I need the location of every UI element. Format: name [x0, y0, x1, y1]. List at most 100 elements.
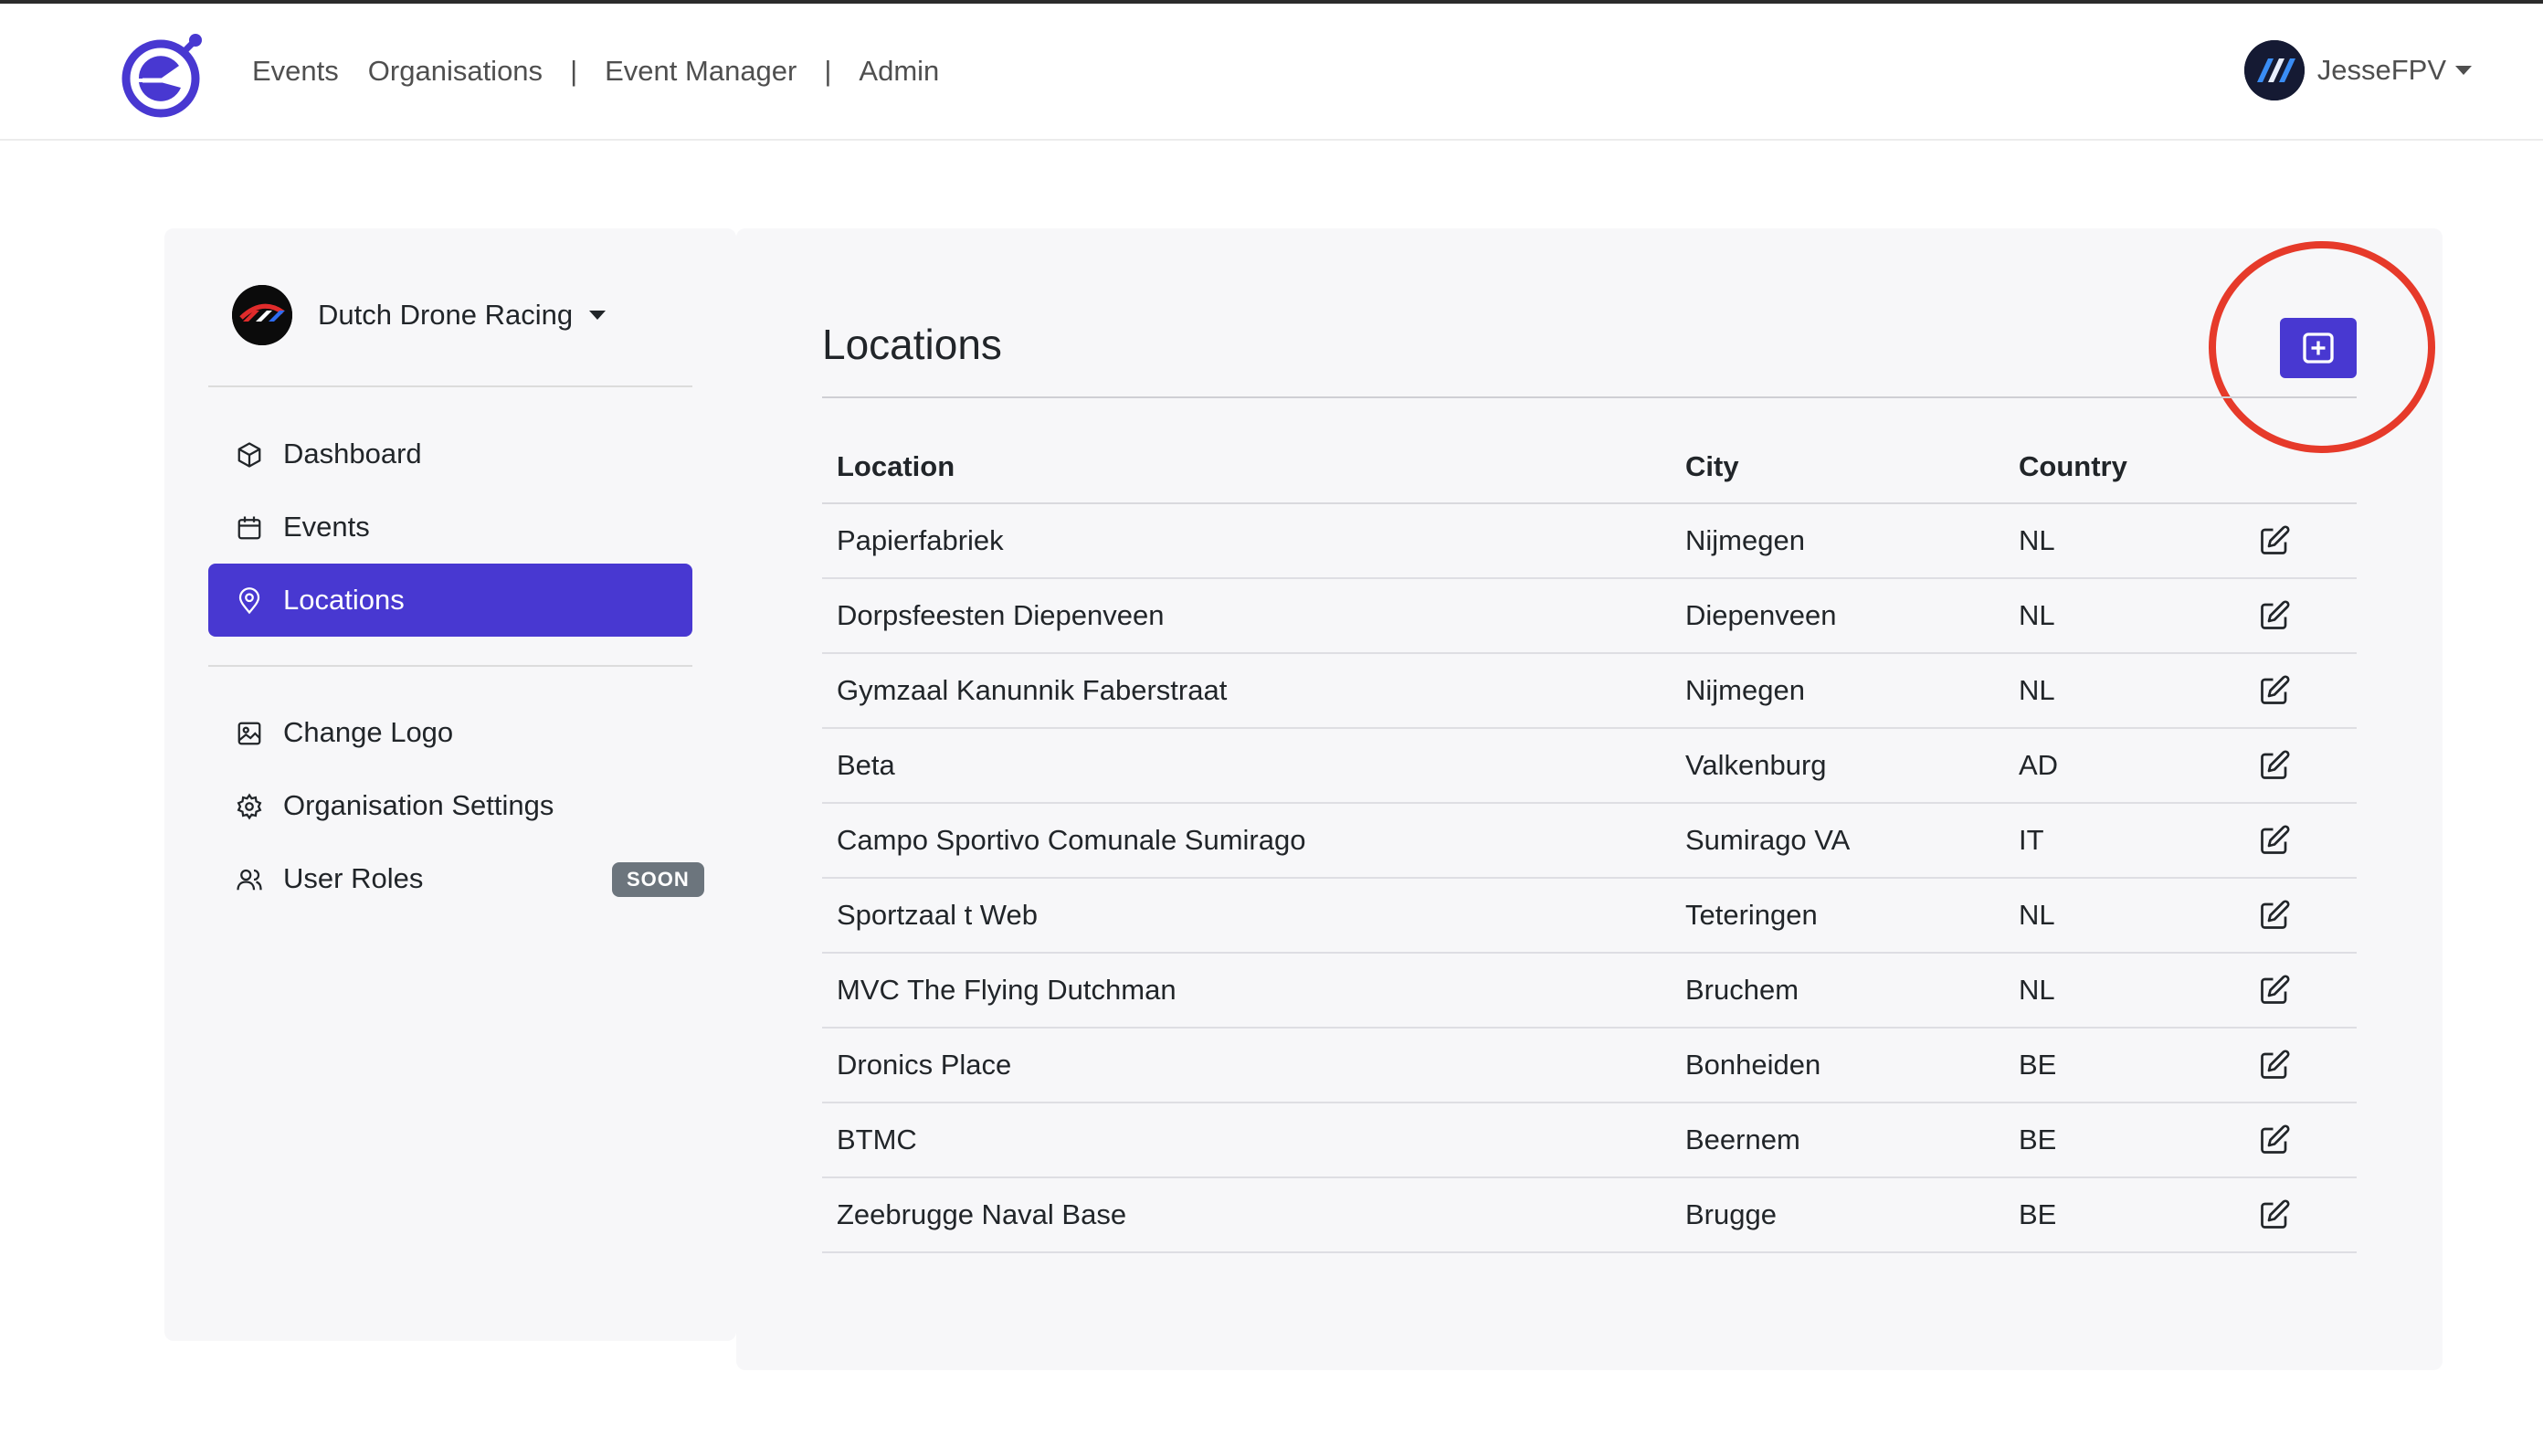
location-cell: Dronics Place	[837, 1049, 1012, 1081]
city-cell: Bruchem	[1685, 974, 1799, 1006]
org-name: Dutch Drone Racing	[318, 299, 574, 331]
nav-link-events[interactable]: Events	[252, 55, 339, 88]
sidebar-divider	[208, 385, 692, 387]
city-cell: Diepenveen	[1685, 599, 1837, 631]
map-pin-icon	[238, 587, 260, 615]
nav-link-event-manager[interactable]: Event Manager	[605, 55, 797, 88]
user-menu[interactable]: JesseFPV	[2243, 40, 2472, 100]
table-row: Zeebrugge Naval Base Brugge BE	[822, 1178, 2357, 1253]
top-navbar: Events Organisations | Event Manager | A…	[0, 4, 2543, 141]
country-cell: IT	[2019, 824, 2044, 856]
table-row: Dorpsfeesten Diepenveen Diepenveen NL	[822, 579, 2357, 654]
country-cell: NL	[2019, 899, 2055, 931]
country-cell: BE	[2019, 1124, 2057, 1155]
main-nav: Events Organisations | Event Manager | A…	[252, 55, 939, 88]
nav-link-organisations[interactable]: Organisations	[368, 55, 543, 88]
location-cell: Sportzaal t Web	[837, 899, 1038, 931]
edit-cell	[2258, 1178, 2357, 1251]
edit-icon[interactable]	[2258, 824, 2291, 857]
edit-cell	[2258, 954, 2357, 1027]
edit-icon[interactable]	[2258, 974, 2291, 1007]
user-name: JesseFPV	[2316, 54, 2446, 86]
edit-cell	[2258, 804, 2357, 877]
table-row: Beta Valkenburg AD	[822, 729, 2357, 804]
country-cell: NL	[2019, 974, 2055, 1006]
city-cell: Beernem	[1685, 1124, 1800, 1155]
sidebar: Dutch Drone Racing Dashboard Events Loca…	[164, 228, 736, 1341]
soon-badge: SOON	[612, 862, 704, 897]
edit-icon[interactable]	[2258, 674, 2291, 707]
country-cell: NL	[2019, 524, 2055, 556]
table-row: MVC The Flying Dutchman Bruchem NL	[822, 954, 2357, 1029]
location-cell: Papierfabriek	[837, 524, 1004, 556]
edit-icon[interactable]	[2258, 899, 2291, 932]
city-cell: Valkenburg	[1685, 749, 1827, 781]
plus-square-icon	[2303, 332, 2334, 364]
page-title: Locations	[822, 321, 1002, 368]
main-panel: Locations Location City Country Papierfa…	[736, 228, 2443, 1370]
city-cell: Teteringen	[1685, 899, 1818, 931]
edit-icon[interactable]	[2258, 749, 2291, 782]
nav-separator: |	[570, 55, 578, 87]
location-cell: Campo Sportivo Comunale Sumirago	[837, 824, 1306, 856]
gear-icon	[237, 793, 262, 820]
table-row: Gymzaal Kanunnik Faberstraat Nijmegen NL	[822, 654, 2357, 729]
image-icon	[237, 722, 261, 745]
sidebar-item-change-logo[interactable]: Change Logo	[208, 696, 692, 769]
edit-cell	[2258, 654, 2357, 727]
city-cell: Bonheiden	[1685, 1049, 1821, 1081]
country-cell: AD	[2019, 749, 2059, 781]
sidebar-item-label: Events	[283, 511, 370, 543]
nav-link-admin[interactable]: Admin	[859, 55, 939, 88]
edit-cell	[2258, 1029, 2357, 1102]
edit-icon[interactable]	[2258, 1198, 2291, 1231]
column-header-country[interactable]: Country	[2019, 431, 2258, 502]
location-cell: Zeebrugge Naval Base	[837, 1198, 1127, 1230]
table-row: BTMC Beernem BE	[822, 1103, 2357, 1178]
users-icon	[237, 869, 262, 891]
edit-icon[interactable]	[2258, 1124, 2291, 1156]
org-switcher[interactable]: Dutch Drone Racing	[232, 285, 607, 345]
sidebar-divider	[208, 665, 692, 667]
country-cell: BE	[2019, 1049, 2057, 1081]
sidebar-item-label: Dashboard	[283, 438, 422, 470]
avatar	[2243, 40, 2305, 100]
app-logo-icon[interactable]	[121, 27, 208, 119]
sidebar-item-organisation-settings[interactable]: Organisation Settings	[208, 769, 692, 842]
org-avatar	[232, 285, 292, 345]
table-header: Location City Country	[822, 431, 2357, 504]
sidebar-item-events[interactable]: Events	[208, 491, 692, 564]
edit-cell	[2258, 879, 2357, 952]
edit-cell	[2258, 1103, 2357, 1176]
column-header-actions	[2258, 431, 2357, 502]
column-header-location[interactable]: Location	[822, 431, 1685, 502]
title-divider	[822, 396, 2357, 398]
edit-cell	[2258, 504, 2357, 577]
add-location-button[interactable]	[2280, 318, 2357, 378]
location-cell: Beta	[837, 749, 895, 781]
column-header-city[interactable]: City	[1685, 431, 2019, 502]
table-row: Papierfabriek Nijmegen NL	[822, 504, 2357, 579]
table-body: Papierfabriek Nijmegen NL Dorpsfeesten Diep…	[822, 504, 2357, 1253]
city-cell: Nijmegen	[1685, 524, 1805, 556]
edit-icon[interactable]	[2258, 524, 2291, 557]
chevron-down-icon	[2455, 66, 2472, 75]
edit-icon[interactable]	[2258, 599, 2291, 632]
sidebar-item-label: Change Logo	[283, 716, 454, 748]
country-cell: NL	[2019, 599, 2055, 631]
table-row: Campo Sportivo Comunale Sumirago Sumirago…	[822, 804, 2357, 879]
sidebar-item-dashboard[interactable]: Dashboard	[208, 417, 692, 491]
sidebar-item-user-roles[interactable]: User Roles SOON	[208, 842, 704, 915]
edit-icon[interactable]	[2258, 1049, 2291, 1081]
table-row: Sportzaal t Web Teteringen NL	[822, 879, 2357, 954]
calendar-icon	[237, 516, 261, 540]
location-cell: Dorpsfeesten Diepenveen	[837, 599, 1165, 631]
country-cell: NL	[2019, 674, 2055, 706]
nav-separator: |	[824, 55, 832, 87]
country-cell: BE	[2019, 1198, 2057, 1230]
sidebar-item-locations[interactable]: Locations	[208, 564, 692, 637]
edit-cell	[2258, 729, 2357, 802]
location-cell: Gymzaal Kanunnik Faberstraat	[837, 674, 1228, 706]
city-cell: Brugge	[1685, 1198, 1777, 1230]
chevron-down-icon	[589, 311, 607, 320]
